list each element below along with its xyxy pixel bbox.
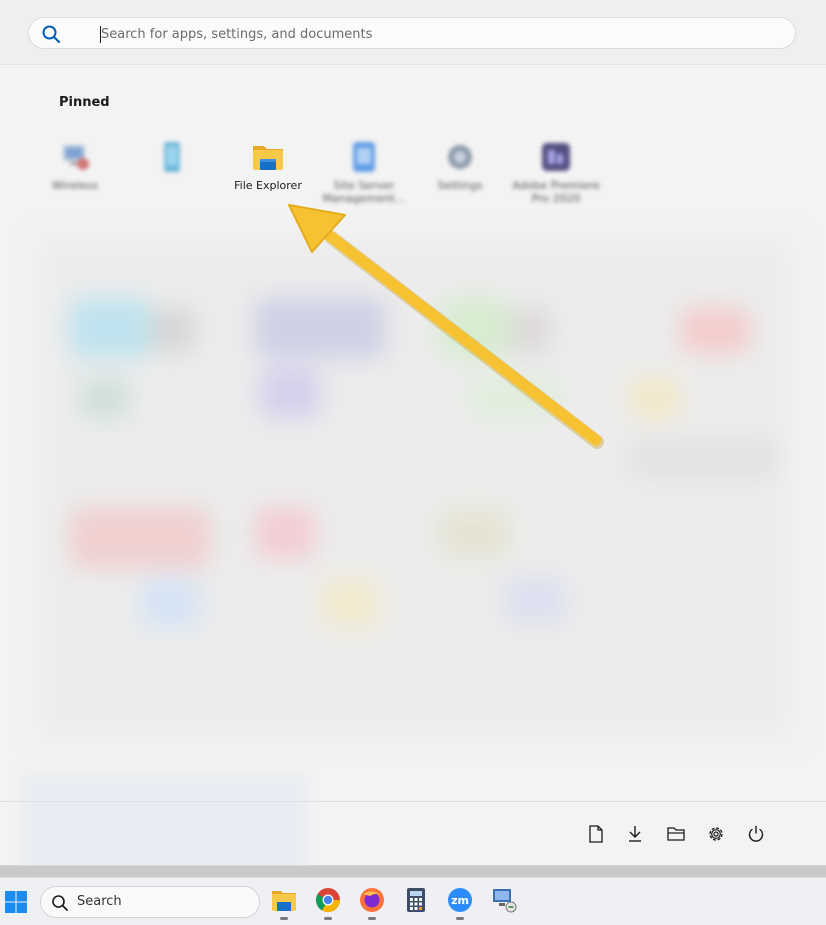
document-icon xyxy=(589,825,603,843)
taskbar-network-monitor[interactable] xyxy=(490,886,518,916)
computer-icon xyxy=(493,889,517,913)
pinned-app-label: Settings xyxy=(437,179,483,192)
taskbar: Search zm xyxy=(0,877,826,925)
pinned-app-wireless[interactable]: Wireless xyxy=(27,140,123,220)
folder-icon xyxy=(667,827,685,841)
gear-icon xyxy=(709,827,723,841)
running-indicator xyxy=(368,917,376,920)
pinned-app-label: Site Server Management... xyxy=(322,179,406,205)
pinned-app-label: Adobe Premiere Pro 2020 xyxy=(512,179,600,205)
windows-start-icon[interactable] xyxy=(4,890,28,914)
power-icon xyxy=(748,825,764,842)
taskbar-chrome[interactable] xyxy=(314,886,342,920)
search-icon xyxy=(42,25,61,44)
blurred-content xyxy=(40,238,790,738)
pinned-app-phone[interactable] xyxy=(124,140,220,220)
documents-button[interactable] xyxy=(582,820,610,848)
pinned-app-settings[interactable]: Settings xyxy=(412,140,508,220)
pinned-app-label: Wireless xyxy=(51,179,99,192)
download-icon xyxy=(629,826,641,842)
calculator-icon xyxy=(407,888,425,912)
folder-icon xyxy=(253,146,283,170)
zoom-icon: zm xyxy=(448,888,472,912)
premiere-icon xyxy=(542,143,570,171)
search-icon xyxy=(52,895,68,911)
taskbar-file-explorer[interactable] xyxy=(270,886,298,920)
taskbar-search-label: Search xyxy=(77,894,122,909)
pinned-heading: Pinned xyxy=(59,95,110,110)
pinned-app-file-explorer[interactable]: File Explorer xyxy=(220,140,316,220)
taskbar-search[interactable]: Search xyxy=(40,886,260,918)
folder-icon xyxy=(272,891,296,911)
firefox-icon xyxy=(360,888,384,912)
search-input[interactable] xyxy=(101,23,781,45)
taskbar-calculator[interactable] xyxy=(402,886,430,916)
running-indicator xyxy=(456,917,464,920)
file-explorer-button[interactable] xyxy=(662,820,690,848)
app-icon xyxy=(353,142,375,172)
running-indicator xyxy=(324,917,332,920)
taskbar-zoom[interactable]: zm xyxy=(446,886,474,920)
user-account-blurred[interactable] xyxy=(22,775,307,865)
downloads-button[interactable] xyxy=(621,820,649,848)
pinned-app-label: File Explorer xyxy=(234,179,302,192)
power-button[interactable] xyxy=(742,820,770,848)
network-icon xyxy=(63,145,89,170)
settings-button[interactable] xyxy=(702,820,730,848)
footer-divider xyxy=(0,801,826,802)
pinned-app-site-server[interactable]: Site Server Management... xyxy=(316,140,412,220)
phone-icon xyxy=(164,142,180,172)
running-indicator xyxy=(280,917,288,920)
start-menu: Pinned Wireless File Explorer xyxy=(0,0,826,866)
search-area xyxy=(0,0,826,65)
taskbar-firefox[interactable] xyxy=(358,886,386,920)
pinned-app-premiere[interactable]: Adobe Premiere Pro 2020 xyxy=(508,140,604,220)
search-box[interactable] xyxy=(28,17,796,49)
gear-icon xyxy=(448,145,472,169)
zoom-logo-text: zm xyxy=(451,894,469,907)
chrome-icon xyxy=(315,888,340,913)
